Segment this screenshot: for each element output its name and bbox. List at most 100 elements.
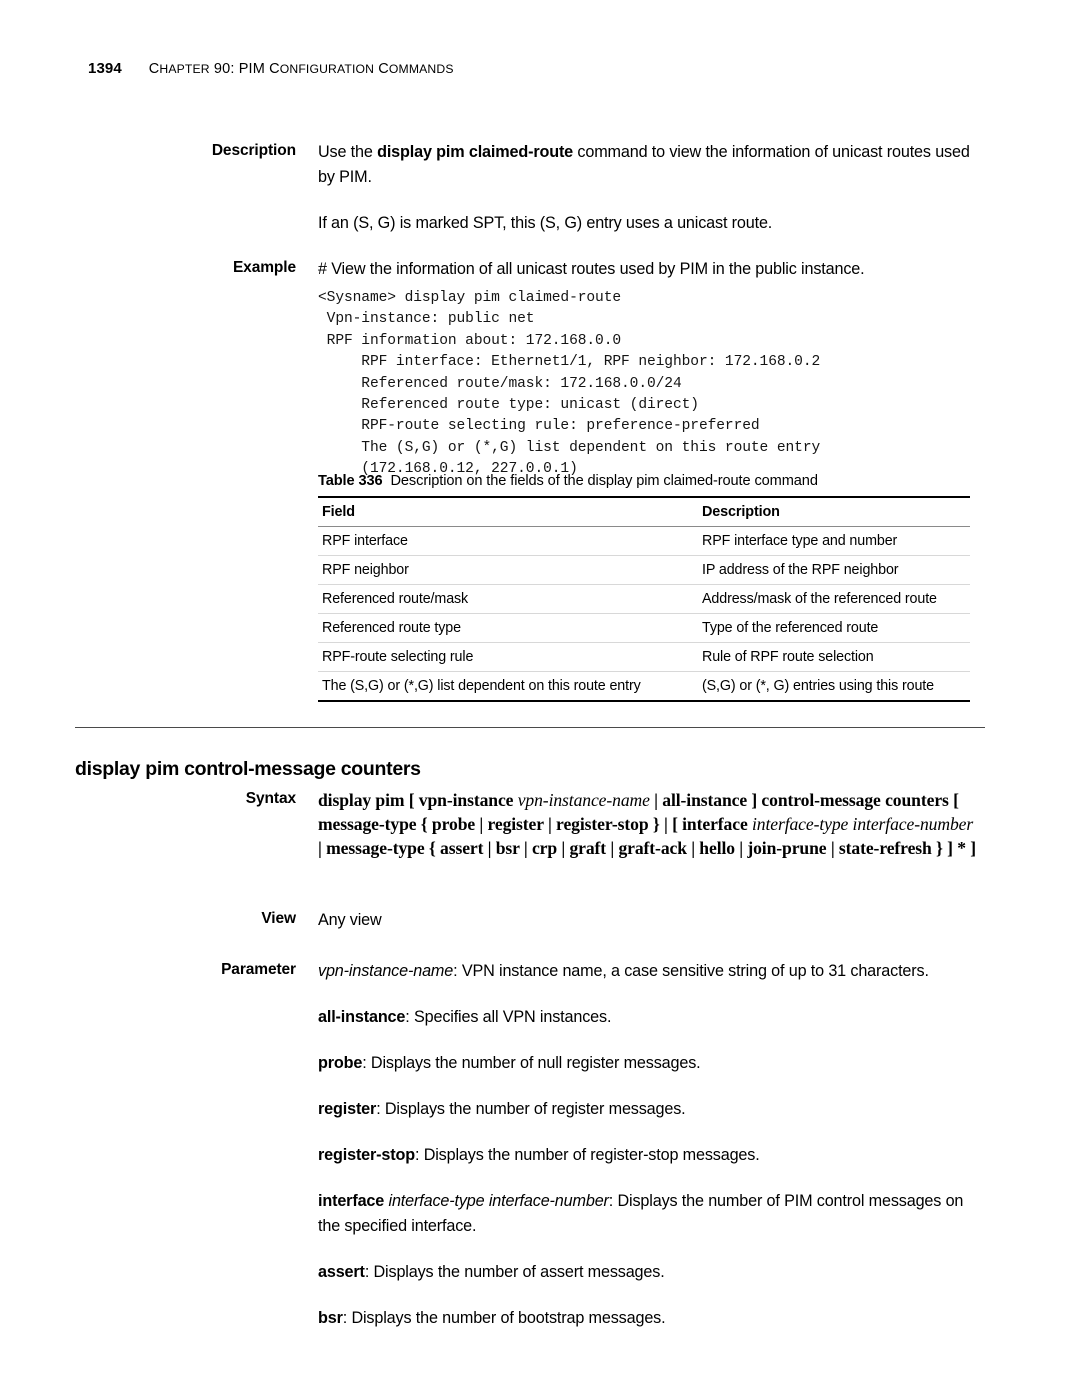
syntax-token: register (487, 814, 544, 835)
syntax-token: message-type (326, 838, 425, 859)
parameter-term: register (318, 1100, 377, 1118)
example-intro: # View the information of all unicast ro… (318, 260, 865, 278)
parameter-term: interface (318, 1192, 385, 1210)
syntax-token: probe (431, 814, 476, 835)
view-label: View (261, 910, 296, 927)
syntax-sep: ] (747, 790, 762, 810)
parameter-placeholder: interface-type interface-number (388, 1192, 609, 1210)
example-output-code: <Sysname> display pim claimed-route Vpn-… (318, 290, 821, 478)
section-heading: display pim control-message counters (75, 758, 421, 780)
table-row: RPF interface RPF interface type and num… (318, 526, 970, 556)
syntax-sep: { (416, 814, 432, 835)
description-para1-pre: Use the (318, 143, 378, 161)
table-cell-field: Referenced route/mask (318, 584, 698, 614)
fields-table: Field Description RPF interface RPF inte… (318, 496, 970, 700)
table-row: The (S,G) or (*,G) list dependent on thi… (318, 672, 970, 701)
syntax-sep: } | [ (648, 814, 683, 835)
table-cell-description: RPF interface type and number (698, 526, 970, 556)
parameter-item: probe: Displays the number of null regis… (318, 1051, 973, 1076)
syntax-sep: [ (948, 790, 959, 810)
section-divider (75, 727, 985, 728)
parameter-item: all-instance: Specifies all VPN instance… (318, 1005, 973, 1030)
table-caption: Table 336 Description on the fields of t… (318, 473, 970, 489)
table-header-row: Field Description (318, 496, 970, 527)
table-cell-description: Type of the referenced route (698, 613, 970, 643)
example-label: Example (232, 259, 296, 276)
table-336: Table 336 Description on the fields of t… (318, 473, 970, 702)
syntax-token: bsr (495, 838, 520, 859)
table-cell-description: Address/mask of the referenced route (698, 584, 970, 614)
table-row: Referenced route type Type of the refere… (318, 613, 970, 643)
parameter-term: register-stop (318, 1146, 415, 1164)
parameter-term: assert (318, 1263, 365, 1281)
syntax-sep: } ] * ] (931, 838, 976, 859)
table-cell-description: IP address of the RPF neighbor (698, 555, 970, 585)
syntax-sep: | (557, 838, 570, 859)
table-cell-description: (S,G) or (*, G) entries using this route (702, 678, 934, 694)
description-label: Description (211, 142, 296, 159)
syntax-token: counters (885, 790, 949, 810)
table-caption-label: Table 336 (318, 473, 383, 489)
syntax-token: display pim (318, 790, 405, 810)
page-running-head: 1394 CHAPTER 90: PIM CONFIGURATION COMMAN… (88, 60, 988, 78)
parameter-desc: : Displays the number of register-stop m… (415, 1146, 760, 1164)
syntax-sep: | (475, 814, 488, 835)
syntax-sep: { (424, 838, 440, 859)
parameter-desc: : Displays the number of bootstrap messa… (342, 1309, 666, 1327)
syntax-sep: | (543, 814, 557, 835)
parameter-label: Parameter (221, 961, 296, 978)
parameter-term: vpn-instance-name (318, 962, 454, 980)
table-cell-field: RPF-route selecting rule (318, 642, 698, 672)
syntax-token: assert (440, 838, 484, 859)
syntax-token: message-type (318, 814, 417, 835)
chapter-title: CHAPTER 90: PIM CONFIGURATION COMMANDS (148, 61, 454, 77)
table-row: RPF-route selecting rule Rule of RPF rou… (318, 642, 970, 672)
parameter-term: all-instance (318, 1008, 406, 1026)
parameter-item: interface interface-type interface-numbe… (318, 1189, 973, 1239)
syntax-label: Syntax (245, 790, 296, 807)
description-paragraph-1: Use the display pim claimed-route comman… (318, 140, 973, 190)
parameter-desc: : Displays the number of register messag… (376, 1100, 686, 1118)
parameter-item: bsr: Displays the number of bootstrap me… (318, 1306, 973, 1331)
table-row: RPF neighbor IP address of the RPF neigh… (318, 555, 970, 585)
table-cell-field: The (S,G) or (*,G) list dependent on thi… (322, 678, 641, 694)
parameter-desc: : Specifies all VPN instances. (405, 1008, 612, 1026)
parameter-item: assert: Displays the number of assert me… (318, 1260, 973, 1285)
parameter-body: vpn-instance-name: VPN instance name, a … (318, 959, 973, 1331)
parameter-item: register-stop: Displays the number of re… (318, 1143, 973, 1168)
syntax-sep: | (686, 838, 700, 859)
syntax-placeholder: interface-type interface-number (751, 814, 974, 835)
syntax-token: vpn-instance (418, 790, 514, 810)
syntax-token: state-refresh (838, 838, 932, 859)
syntax-token: control-message (761, 790, 881, 810)
description-command-name: display pim claimed-route (377, 143, 574, 161)
syntax-sep: | (483, 838, 496, 859)
syntax-token: graft-ack (618, 838, 687, 859)
syntax-token: join-prune (747, 838, 827, 859)
syntax-text: display pim [ vpn-instance vpn-instance-… (318, 788, 978, 861)
view-value: Any view (318, 911, 382, 929)
table-cell-field: RPF interface (318, 526, 698, 556)
table-cell-field: Referenced route type (318, 613, 698, 643)
description-body: Use the display pim claimed-route comman… (318, 140, 973, 236)
syntax-token: graft (569, 838, 607, 859)
parameter-desc: : Displays the number of null register m… (362, 1054, 701, 1072)
parameter-item: register: Displays the number of registe… (318, 1097, 973, 1122)
syntax-token: all-instance (662, 790, 748, 810)
syntax-token: register-stop (556, 814, 649, 835)
table-bottom-rule (318, 700, 970, 702)
document-page: 1394 CHAPTER 90: PIM CONFIGURATION COMMAN… (0, 0, 1080, 1397)
table-cell-field: RPF neighbor (318, 555, 698, 585)
syntax-sep: [ (404, 790, 419, 810)
syntax-token: interface (682, 814, 748, 835)
page-number: 1394 (88, 60, 122, 77)
description-paragraph-2: If an (S, G) is marked SPT, this (S, G) … (318, 214, 773, 232)
syntax-token: hello (699, 838, 735, 859)
syntax-token: crp (531, 838, 558, 859)
column-header-field: Field (318, 496, 698, 527)
parameter-desc: : Displays the number of assert messages… (364, 1263, 665, 1281)
parameter-desc: : VPN instance name, a case sensitive st… (453, 962, 929, 980)
syntax-sep: | (519, 838, 532, 859)
table-caption-text: Description on the fields of the display… (390, 473, 818, 489)
parameter-term: probe (318, 1054, 363, 1072)
